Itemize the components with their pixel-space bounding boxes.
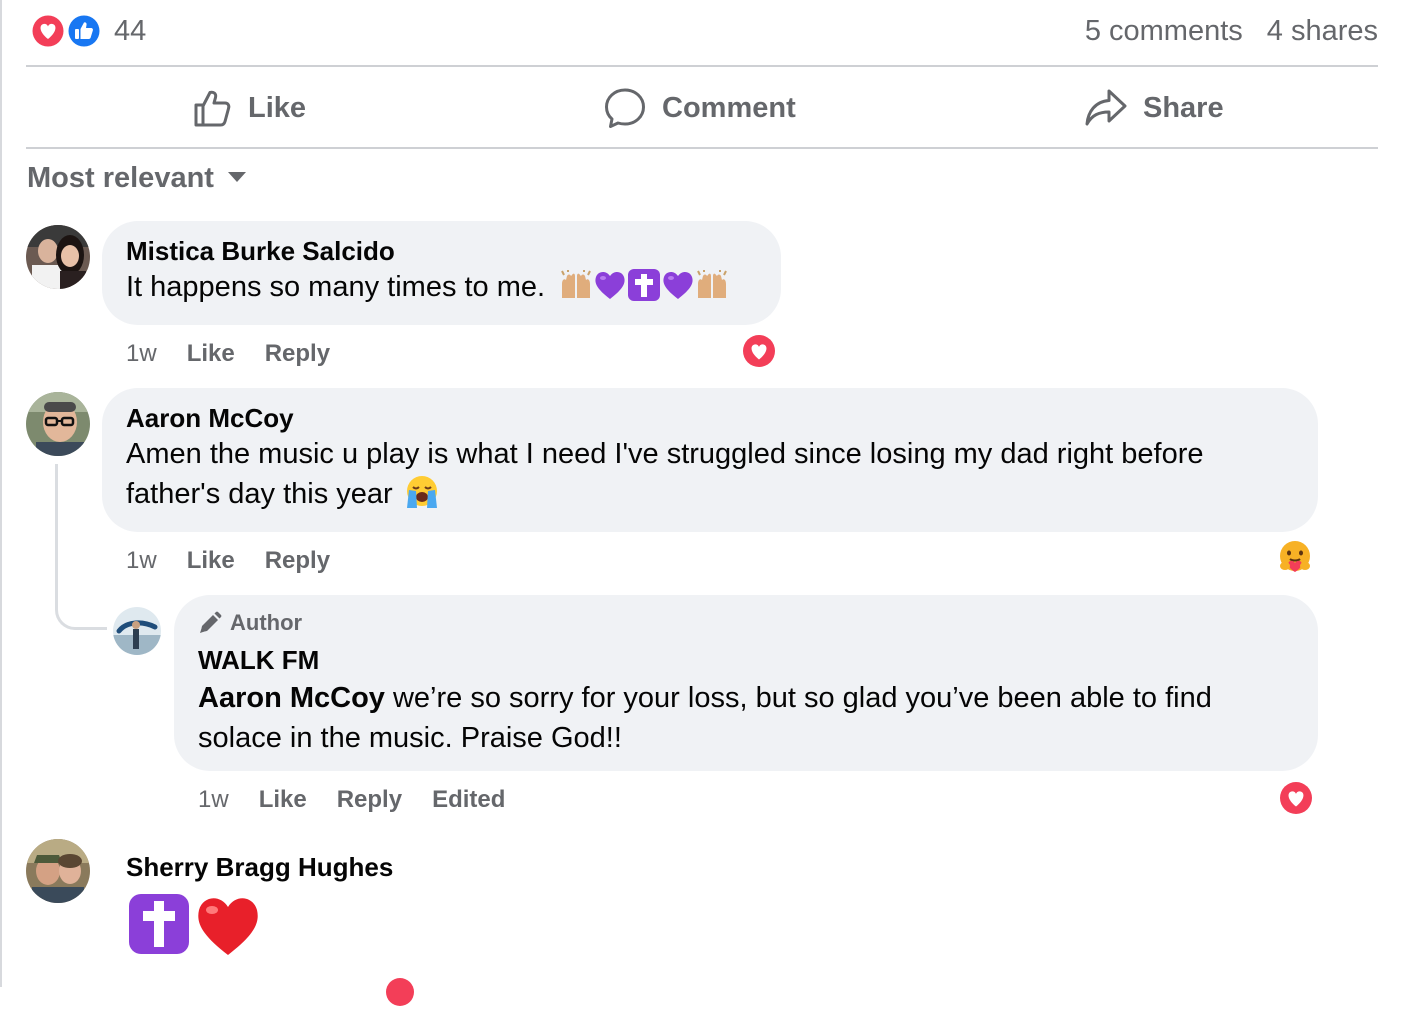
love-reaction-icon[interactable]	[1277, 779, 1315, 817]
reply-reply-button[interactable]: Reply	[337, 786, 402, 813]
raising-hands-icon	[561, 270, 592, 299]
latin-cross-icon	[628, 269, 661, 302]
avatar[interactable]	[26, 839, 90, 903]
comment-action-label: Comment	[662, 92, 796, 124]
comment-bubble: Aaron McCoy Amen the music u play is wha…	[102, 388, 1318, 532]
share-action-label: Share	[1143, 92, 1224, 124]
love-reaction-icon[interactable]	[740, 332, 778, 370]
reaction-count[interactable]: 44	[114, 14, 146, 48]
comment-text: It happens so many times to me.	[126, 267, 757, 307]
comment-text: Amen the music u play is what I need I'v…	[126, 438, 1204, 510]
avatar[interactable]	[113, 607, 161, 655]
comment-like-button[interactable]: Like	[187, 340, 235, 367]
avatar[interactable]	[26, 225, 90, 289]
thumbs-up-icon	[194, 90, 231, 127]
reaction-icons[interactable]	[30, 13, 102, 49]
comment-reply-button[interactable]: Reply	[265, 547, 330, 574]
comment-bubble-icon	[605, 88, 645, 128]
love-reaction-icon[interactable]	[383, 975, 417, 1009]
comment-like-button[interactable]: Like	[187, 547, 235, 574]
sort-label: Most relevant	[27, 162, 214, 194]
summary-divider	[26, 65, 1378, 67]
reply-like-button[interactable]: Like	[259, 786, 307, 813]
author-badge: Author	[198, 609, 1294, 637]
red-heart-icon	[198, 898, 258, 955]
avatar-photo-sherry	[26, 839, 90, 903]
reply-bubble: Author WALK FM Aaron McCoy we’re so sorr…	[174, 595, 1318, 771]
actions-divider	[26, 147, 1378, 149]
share-arrow-icon	[1085, 89, 1127, 126]
comment-timestamp[interactable]: 1w	[126, 547, 157, 574]
purple-heart-icon	[663, 272, 693, 300]
comment-meta: 1w Like Reply	[126, 546, 360, 576]
mention-link[interactable]: Aaron McCoy	[198, 682, 385, 714]
author-badge-label: Author	[230, 610, 303, 635]
raising-hands-icon	[697, 270, 728, 299]
like-action-button[interactable]: Like	[192, 84, 306, 132]
comment-action-button[interactable]: Comment	[604, 84, 796, 132]
emoji-only-comment	[128, 893, 262, 957]
avatar-photo-aaron	[26, 392, 90, 456]
caret-down-icon	[227, 172, 246, 183]
avatar-photo-walk-fm	[113, 607, 161, 655]
comment-reply-button[interactable]: Reply	[265, 340, 330, 367]
love-reaction-icon	[31, 14, 65, 48]
engagement-counts: 5 comments 4 shares	[1085, 14, 1378, 48]
reaction-summary-bar: 44 5 comments 4 shares	[26, 0, 1378, 66]
commenter-name[interactable]: Mistica Burke Salcido	[126, 235, 757, 267]
comment-bubble: Mistica Burke Salcido It happens so many…	[102, 221, 781, 325]
avatar-photo-mistica	[26, 225, 90, 289]
comment-timestamp[interactable]: 1w	[126, 340, 157, 367]
like-reaction-icon	[67, 14, 101, 48]
reply-timestamp[interactable]: 1w	[198, 786, 229, 813]
pencil-icon	[200, 611, 222, 633]
edited-label[interactable]: Edited	[432, 786, 505, 813]
reply-thread-connector	[55, 464, 107, 630]
latin-cross-icon	[129, 894, 189, 954]
care-reaction-icon[interactable]	[1276, 539, 1314, 577]
commenter-name[interactable]: WALK FM	[198, 644, 1294, 676]
purple-heart-icon	[595, 272, 625, 300]
comment-meta: 1w Like Reply	[126, 339, 360, 369]
reply-meta: 1w Like Reply Edited	[198, 785, 505, 815]
like-action-label: Like	[248, 92, 307, 124]
share-action-button[interactable]: Share	[1085, 84, 1224, 132]
commenter-name[interactable]: Sherry Bragg Hughes	[126, 851, 393, 883]
comment-sort-dropdown[interactable]: Most relevant	[27, 158, 246, 198]
reply-text: Aaron McCoy we’re so sorry for your loss…	[198, 682, 1212, 754]
loudly-crying-face-icon	[406, 476, 437, 509]
comments-count-link[interactable]: 5 comments	[1085, 15, 1243, 47]
shares-count-link[interactable]: 4 shares	[1267, 15, 1378, 47]
avatar[interactable]	[26, 392, 90, 456]
commenter-name[interactable]: Aaron McCoy	[126, 402, 1294, 434]
left-border	[0, 0, 2, 987]
